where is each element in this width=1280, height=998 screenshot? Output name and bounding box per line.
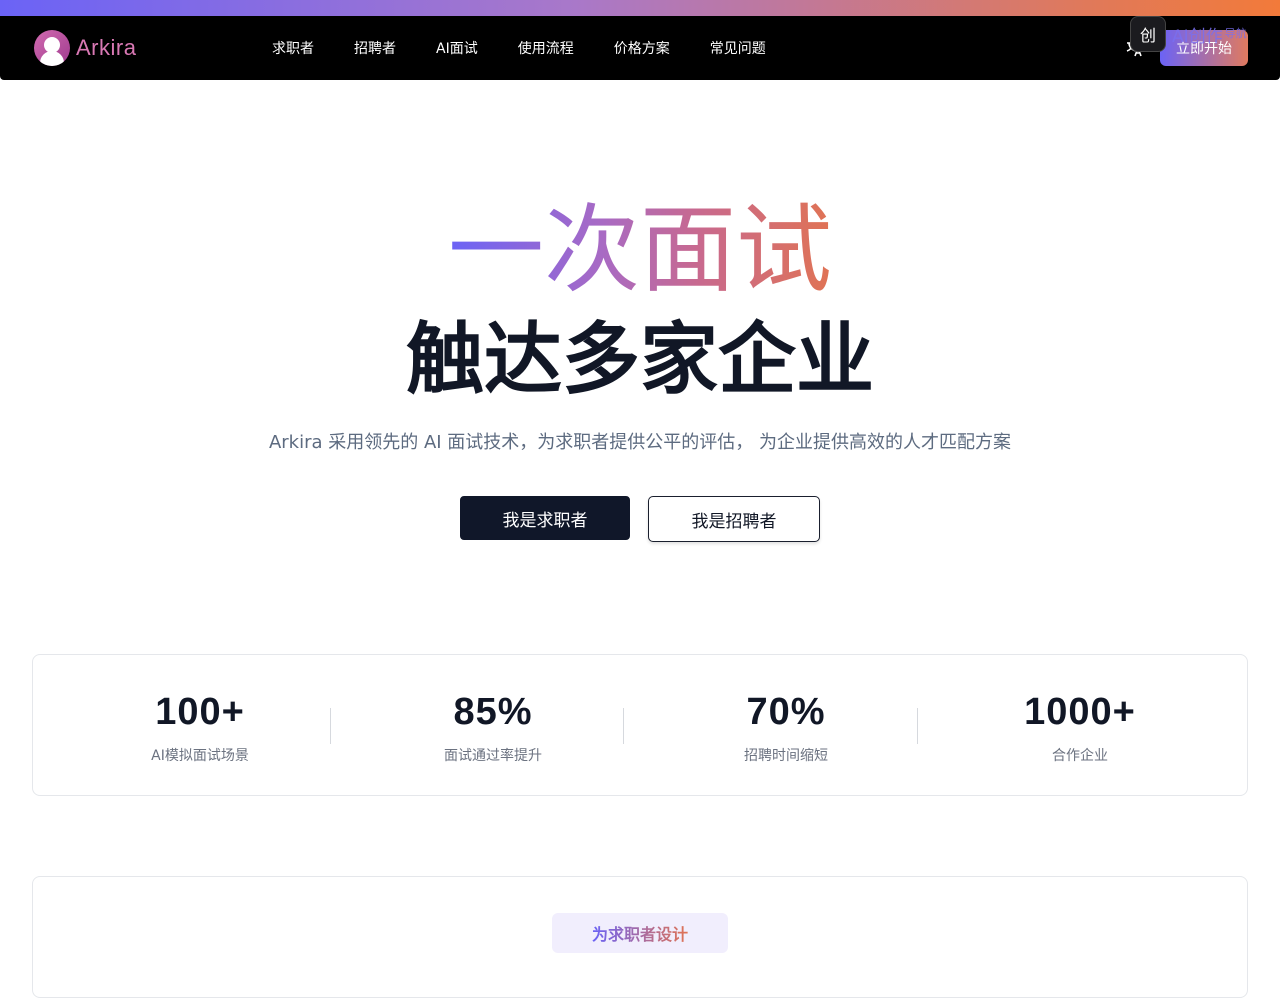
stats-card: 100+ AI模拟面试场景 85% 面试通过率提升 70% 招聘时间缩短 100… <box>32 654 1248 796</box>
nav-link-process[interactable]: 使用流程 <box>498 38 594 58</box>
stat-label: AI模拟面试场景 <box>151 748 249 764</box>
hero-headline: 触达多家企业 <box>405 315 874 405</box>
stat-label: 招聘时间缩短 <box>744 748 828 764</box>
recruiter-button[interactable]: 我是招聘者 <box>648 496 820 542</box>
nav-link-ai-interview[interactable]: AI面试 <box>416 38 498 58</box>
stat-item: 100+ AI模拟面试场景 <box>53 655 347 795</box>
nav-link-faq[interactable]: 常见问题 <box>690 38 786 58</box>
stat-value: 70% <box>746 691 826 733</box>
stat-divider <box>917 708 918 744</box>
stat-item: 85% 面试通过率提升 <box>346 655 640 795</box>
watermark-overlay: 创 AI创作 导航 <box>1130 16 1247 52</box>
brand-logo-icon <box>34 30 70 66</box>
hero-headline-gradient-text: 一次面试 <box>448 194 832 306</box>
watermark-sub: 导航 <box>1224 27 1247 40</box>
top-gradient-bar <box>0 0 1280 16</box>
nav-link-recruiters[interactable]: 招聘者 <box>334 38 416 58</box>
section-badge: 为求职者设计 <box>552 913 728 953</box>
stat-value: 85% <box>453 691 533 733</box>
brand-name: Arkira <box>76 35 137 60</box>
hero-buttons: 我是求职者 我是招聘者 <box>460 496 820 542</box>
section-badge-text: 为求职者设计 <box>592 921 688 945</box>
stat-value: 100+ <box>155 691 245 733</box>
stat-item: 70% 招聘时间缩短 <box>639 655 933 795</box>
stat-divider <box>623 708 624 744</box>
job-seeker-section: 为求职者设计 <box>32 876 1248 998</box>
navbar: Arkira 求职者 招聘者 AI面试 使用流程 价格方案 常见问题 立即开始 <box>0 16 1280 80</box>
stat-item: 1000+ 合作企业 <box>933 655 1227 795</box>
nav-links: 求职者 招聘者 AI面试 使用流程 价格方案 常见问题 <box>252 16 786 80</box>
hero-subtitle: Arkira 采用领先的 AI 面试技术，为求职者提供公平的评估， 为企业提供高… <box>268 432 1012 453</box>
job-seeker-button[interactable]: 我是求职者 <box>460 496 630 540</box>
watermark-logo-icon: 创 <box>1130 16 1166 52</box>
nav-link-job-seekers[interactable]: 求职者 <box>252 38 334 58</box>
brand[interactable]: Arkira <box>34 30 136 66</box>
stat-value: 1000+ <box>1024 691 1136 733</box>
hero-headline-gradient: 一次面试 <box>0 190 1280 310</box>
nav-link-pricing[interactable]: 价格方案 <box>594 38 690 58</box>
stat-divider <box>330 708 331 744</box>
stat-label: 合作企业 <box>1052 748 1108 764</box>
watermark-text: AI创作 <box>1172 26 1223 47</box>
stat-label: 面试通过率提升 <box>444 748 542 764</box>
